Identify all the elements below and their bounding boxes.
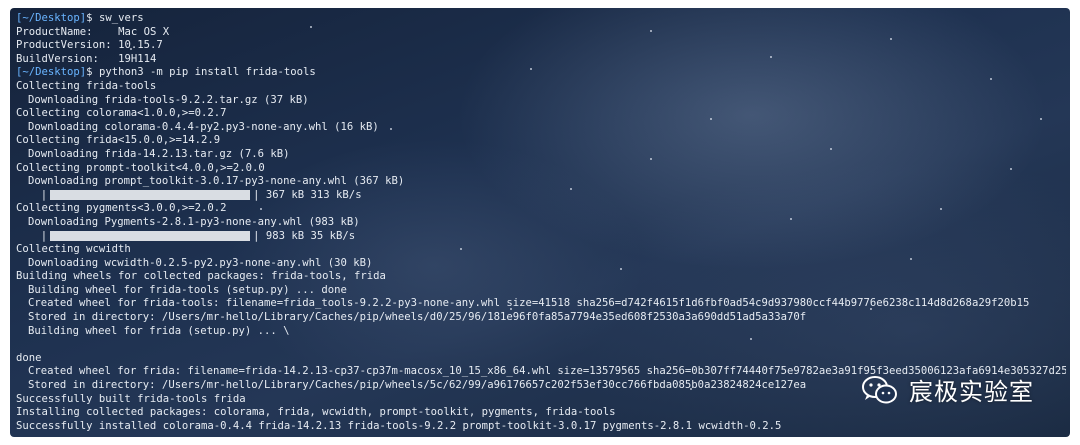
- command-line: [~/Desktop]$ python3 -m pip install frid…: [16, 66, 1066, 80]
- progress-bar: [50, 230, 251, 241]
- shell-prompt: [~/Desktop]: [16, 12, 87, 24]
- output-line: Building wheel for frida-tools (setup.py…: [28, 283, 347, 296]
- output-line: Collecting wcwidth: [16, 243, 131, 256]
- progress-line: | | 367 kB 313 kB/s: [16, 189, 1066, 203]
- output-line: Collecting frida-tools: [16, 79, 157, 92]
- progress-text: | 983 kB 35 kB/s: [253, 229, 356, 242]
- prompt-symbol: $: [86, 12, 99, 24]
- command-text: python3 -m pip install frida-tools: [98, 66, 316, 79]
- output-line: Created wheel for frida-tools: filename=…: [28, 297, 1030, 310]
- progress-bar-left-edge: |: [28, 229, 48, 242]
- terminal-output: [~/Desktop]$ sw_vers ProductName: Mac OS …: [16, 12, 1066, 433]
- output-line: Building wheels for collected packages: …: [16, 270, 386, 283]
- output-line: done: [16, 351, 42, 364]
- output-line: ProductVersion: 10.15.7: [16, 39, 163, 52]
- shell-prompt: [~/Desktop]: [16, 66, 87, 79]
- output-line: Collecting colorama<1.0.0,>=0.2.7: [16, 107, 227, 120]
- command-line: [~/Desktop]$ sw_vers: [16, 12, 1066, 26]
- wechat-icon: [862, 375, 897, 403]
- command-text: sw_vers: [98, 12, 144, 24]
- output-line: Collecting prompt-toolkit<4.0.0,>=2.0.0: [16, 161, 265, 174]
- output-line: Downloading prompt_toolkit-3.0.17-py3-no…: [28, 175, 405, 188]
- progress-bar: [50, 189, 251, 200]
- prompt-symbol: $: [86, 66, 99, 79]
- output-line: Stored in directory: /Users/mr-hello/Lib…: [28, 311, 807, 324]
- watermark-text: 宸极实验室: [909, 378, 1034, 406]
- terminal-window[interactable]: [~/Desktop]$ sw_vers ProductName: Mac OS …: [10, 8, 1070, 437]
- output-line: Downloading frida-14.2.13.tar.gz (7.6 kB…: [28, 147, 290, 160]
- output-line: BuildVersion: 19H114: [16, 52, 157, 65]
- progress-line: | | 983 kB 35 kB/s: [16, 230, 1066, 244]
- output-line: Downloading colorama-0.4.4-py2.py3-none-…: [28, 120, 379, 133]
- output-line: Downloading frida-tools-9.2.2.tar.gz (37…: [28, 93, 309, 106]
- progress-bar-left-edge: |: [28, 188, 48, 201]
- output-line: Downloading wcwidth-0.2.5-py2.py3-none-a…: [28, 256, 373, 269]
- watermark: 宸极实验室: [861, 372, 1034, 407]
- output-line: Building wheel for frida (setup.py) ... …: [28, 324, 290, 337]
- output-line: Installing collected packages: colorama,…: [16, 406, 616, 419]
- output-line: ProductName: Mac OS X: [16, 25, 170, 38]
- output-line: Collecting pygments<3.0.0,>=2.0.2: [16, 202, 227, 215]
- output-line: Successfully installed colorama-0.4.4 fr…: [16, 419, 782, 432]
- output-line: Downloading Pygments-2.8.1-py3-none-any.…: [28, 215, 360, 228]
- progress-text: | 367 kB 313 kB/s: [253, 188, 362, 201]
- output-line: Collecting frida<15.0.0,>=14.2.9: [16, 134, 221, 147]
